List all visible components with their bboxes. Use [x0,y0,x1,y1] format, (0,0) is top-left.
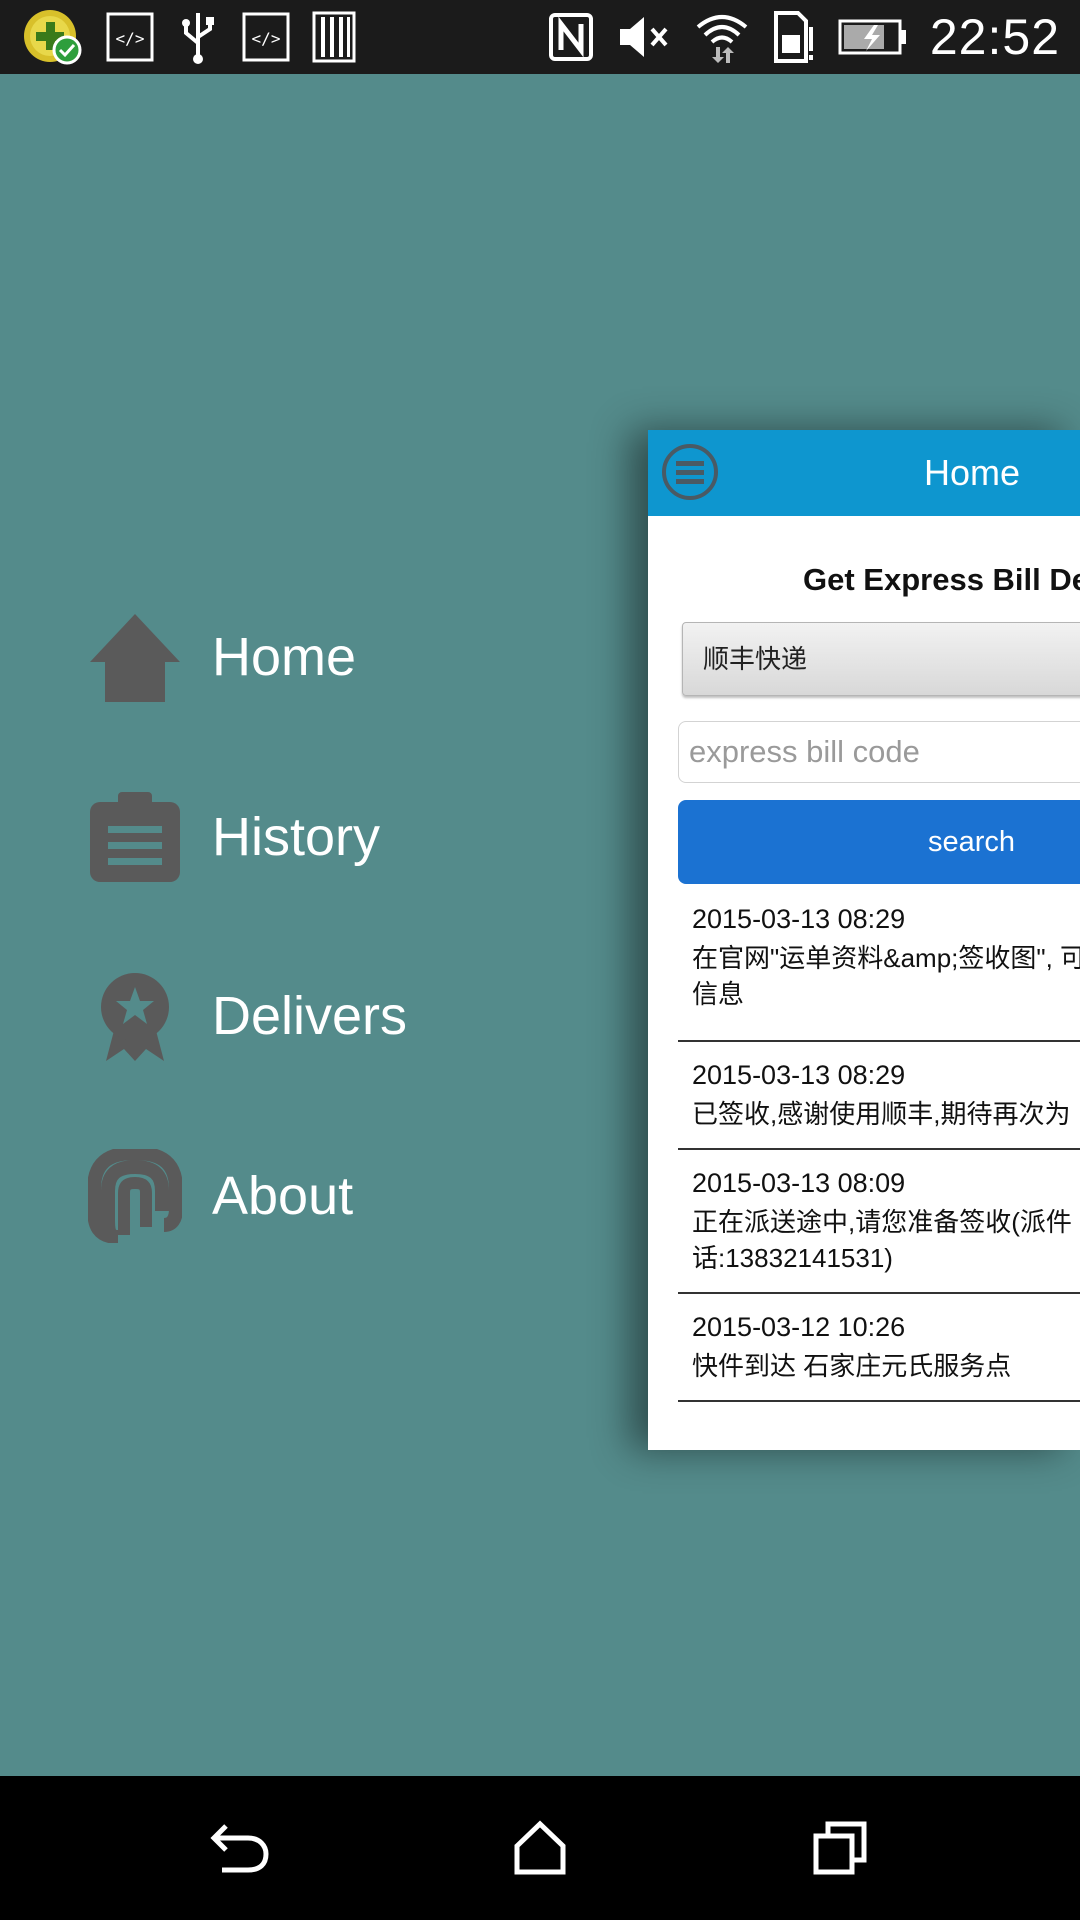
result-date: 2015-03-13 08:29 [692,1060,906,1090]
menu-toggle-icon[interactable] [662,444,718,500]
clipboard-icon [88,790,182,884]
home-icon [88,610,182,704]
wifi-icon [694,9,750,65]
result-text: 快件到达 石家庄元氏服务点 [692,1351,1012,1381]
mute-icon [616,13,672,61]
menu-label-delivers: Delivers [212,986,408,1046]
result-text: 在官网"运单资料&amp;签收图", 可信息 [692,943,1080,1009]
sim-alert-icon [772,9,816,65]
award-icon [88,969,182,1063]
content-panel: Home Get Express Bill Det 顺丰快递 search 20… [648,430,1080,1450]
status-bar-system: 22:52 [548,8,1060,66]
result-date: 2015-03-13 08:29 [692,904,906,934]
code-icon: </> [106,12,154,62]
result-text: 已签收,感谢使用顺丰,期待再次为 [692,1099,1071,1129]
svg-text:</>: </> [116,29,145,48]
usb-icon [176,9,220,65]
menu-item-history[interactable]: History [88,787,380,887]
result-item: 2015-03-12 10:26 快件到达 石家庄元氏服务点 [678,1294,1080,1402]
bill-code-input[interactable] [678,721,1080,783]
paperclip-icon [88,1149,182,1243]
navigation-bar [0,1776,1080,1920]
result-date: 2015-03-12 10:26 [692,1312,906,1342]
svg-text:</>: </> [252,29,281,48]
menu-label-history: History [212,807,381,867]
back-icon[interactable] [190,1798,290,1898]
menu-label-home: Home [212,627,357,687]
search-button[interactable]: search [678,800,1080,884]
clock: 22:52 [929,9,1060,65]
status-bar: </> </> 22:52 [0,0,1080,74]
form-title: Get Express Bill Det [803,562,1080,597]
battery-charging-icon [838,17,908,57]
home-nav-icon[interactable] [490,1798,590,1898]
nfc-icon [548,12,594,62]
result-item: 2015-03-13 08:29 已签收,感谢使用顺丰,期待再次为 [678,1042,1080,1150]
result-item: 2015-03-13 08:29 在官网"运单资料&amp;签收图", 可信息 [678,884,1080,1042]
app-badge-icon [22,8,84,66]
menu-label-about: About [212,1166,354,1226]
status-bar-notifications: </> </> [22,8,356,66]
search-button-label: search [928,826,1016,858]
carrier-select-value: 顺丰快递 [703,644,808,674]
header-title: Home [924,452,1021,493]
result-text: 正在派送途中,请您准备签收(派件 话:13832141531) [692,1207,1072,1273]
result-date: 2015-03-13 08:09 [692,1168,906,1198]
result-item: 2015-03-13 08:09 正在派送途中,请您准备签收(派件 话:13832… [678,1150,1080,1294]
carrier-select[interactable]: 顺丰快递 [682,622,1080,696]
menu-item-delivers[interactable]: Delivers [88,966,407,1066]
app-header: Home [648,430,1080,516]
menu-item-about[interactable]: About [88,1146,353,1246]
menu-item-home[interactable]: Home [88,607,356,707]
barcode-icon [312,11,356,63]
code-icon: </> [242,12,290,62]
recents-icon[interactable] [790,1798,890,1898]
